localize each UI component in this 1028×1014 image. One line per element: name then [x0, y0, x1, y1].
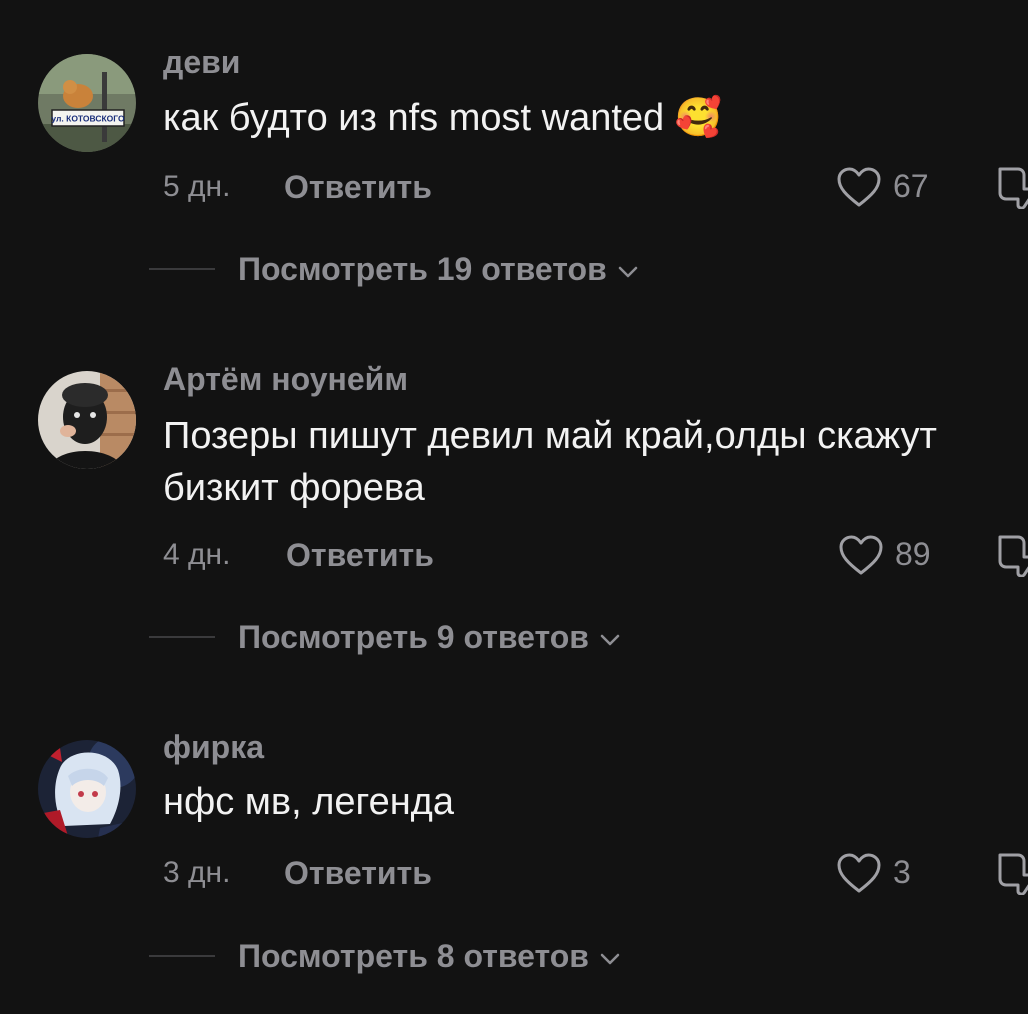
avatar-image	[38, 740, 136, 838]
avatar[interactable]	[38, 371, 136, 469]
comment-text: нфс мв, легенда	[163, 776, 454, 828]
view-replies-button[interactable]: Посмотреть 9 ответов	[238, 619, 621, 656]
comment-text-line: как будто из nfs most wanted 🥰	[163, 97, 723, 139]
avatar-image: ул. КОТОВСКОГО	[38, 54, 136, 152]
reply-button[interactable]: Ответить	[284, 855, 432, 892]
view-replies-label: Посмотреть 8 ответов	[238, 938, 589, 974]
comment-text: как будто из nfs most wanted 🥰	[163, 92, 722, 144]
chevron-down-icon	[600, 634, 620, 645]
like-count: 67	[893, 168, 929, 204]
comment-time: 4 дн.	[163, 538, 231, 571]
thumbs-down-outline-icon[interactable]	[996, 531, 1028, 577]
view-replies-label: Посмотреть 9 ответов	[238, 619, 589, 655]
view-replies-button[interactable]: Посмотреть 8 ответов	[238, 938, 621, 975]
replies-divider	[149, 955, 215, 957]
avatar-sign-text: ул. КОТОВСКОГО	[51, 114, 125, 124]
avatar-image	[38, 371, 136, 469]
comment-text: Позеры пишут девил май край,олды скажут …	[163, 410, 937, 514]
comment-time: 3 дн.	[163, 856, 231, 889]
comment-text-line: Позеры пишут девил май край,олды скажут	[163, 415, 937, 457]
like-count: 3	[893, 854, 911, 890]
comment-text-line: нфс мв, легенда	[163, 781, 454, 823]
heart-outline-icon[interactable]	[836, 166, 882, 208]
comment-time: 5 дн.	[163, 170, 231, 203]
username[interactable]: фирка	[163, 729, 264, 766]
replies-divider	[149, 268, 215, 270]
view-replies-button[interactable]: Посмотреть 19 ответов	[238, 251, 639, 288]
thumbs-down-outline-icon[interactable]	[996, 163, 1028, 209]
username[interactable]: деви	[163, 44, 240, 81]
avatar[interactable]	[38, 740, 136, 838]
avatar[interactable]: ул. КОТОВСКОГО	[38, 54, 136, 152]
replies-divider	[149, 636, 215, 638]
chevron-down-icon	[618, 266, 637, 277]
username[interactable]: Артём ноунейм	[163, 361, 408, 398]
reply-button[interactable]: Ответить	[284, 169, 432, 206]
like-count: 89	[895, 536, 931, 572]
chevron-down-icon	[600, 953, 620, 964]
reply-button[interactable]: Ответить	[286, 537, 434, 574]
heart-outline-icon[interactable]	[836, 852, 882, 894]
comment-text-line: бизкит форева	[163, 467, 425, 509]
view-replies-label: Посмотреть 19 ответов	[238, 251, 607, 287]
thumbs-down-outline-icon[interactable]	[996, 849, 1028, 895]
heart-outline-icon[interactable]	[838, 534, 884, 576]
